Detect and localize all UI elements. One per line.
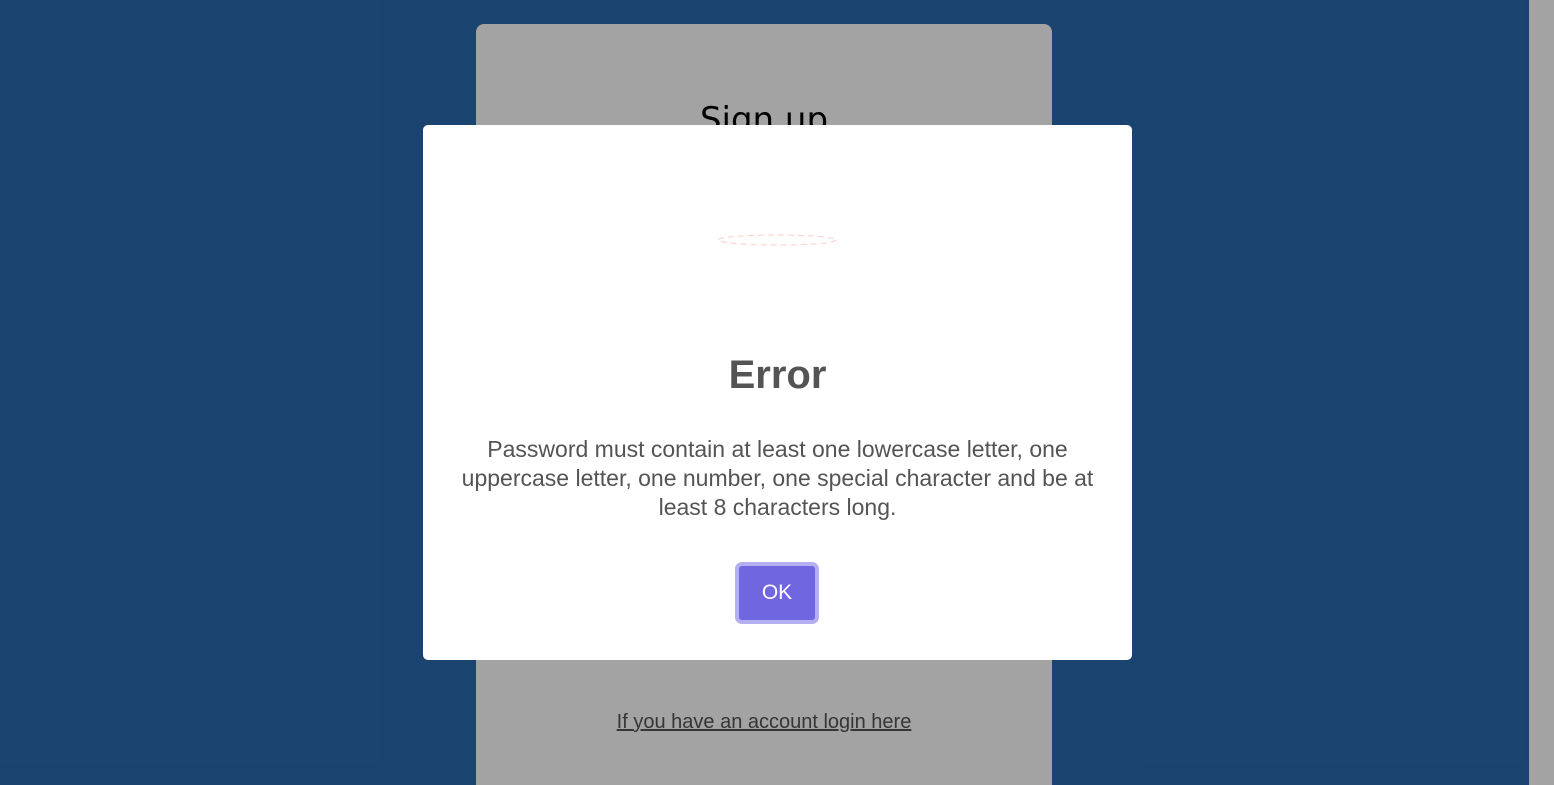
dialog-title: Error (728, 353, 827, 397)
page-scrollbar[interactable] (1529, 0, 1554, 785)
error-icon (717, 234, 837, 246)
ok-button[interactable]: OK (735, 562, 819, 624)
error-dialog: Error Password must contain at least one… (423, 125, 1132, 660)
dialog-message: Password must contain at least one lower… (461, 436, 1094, 520)
